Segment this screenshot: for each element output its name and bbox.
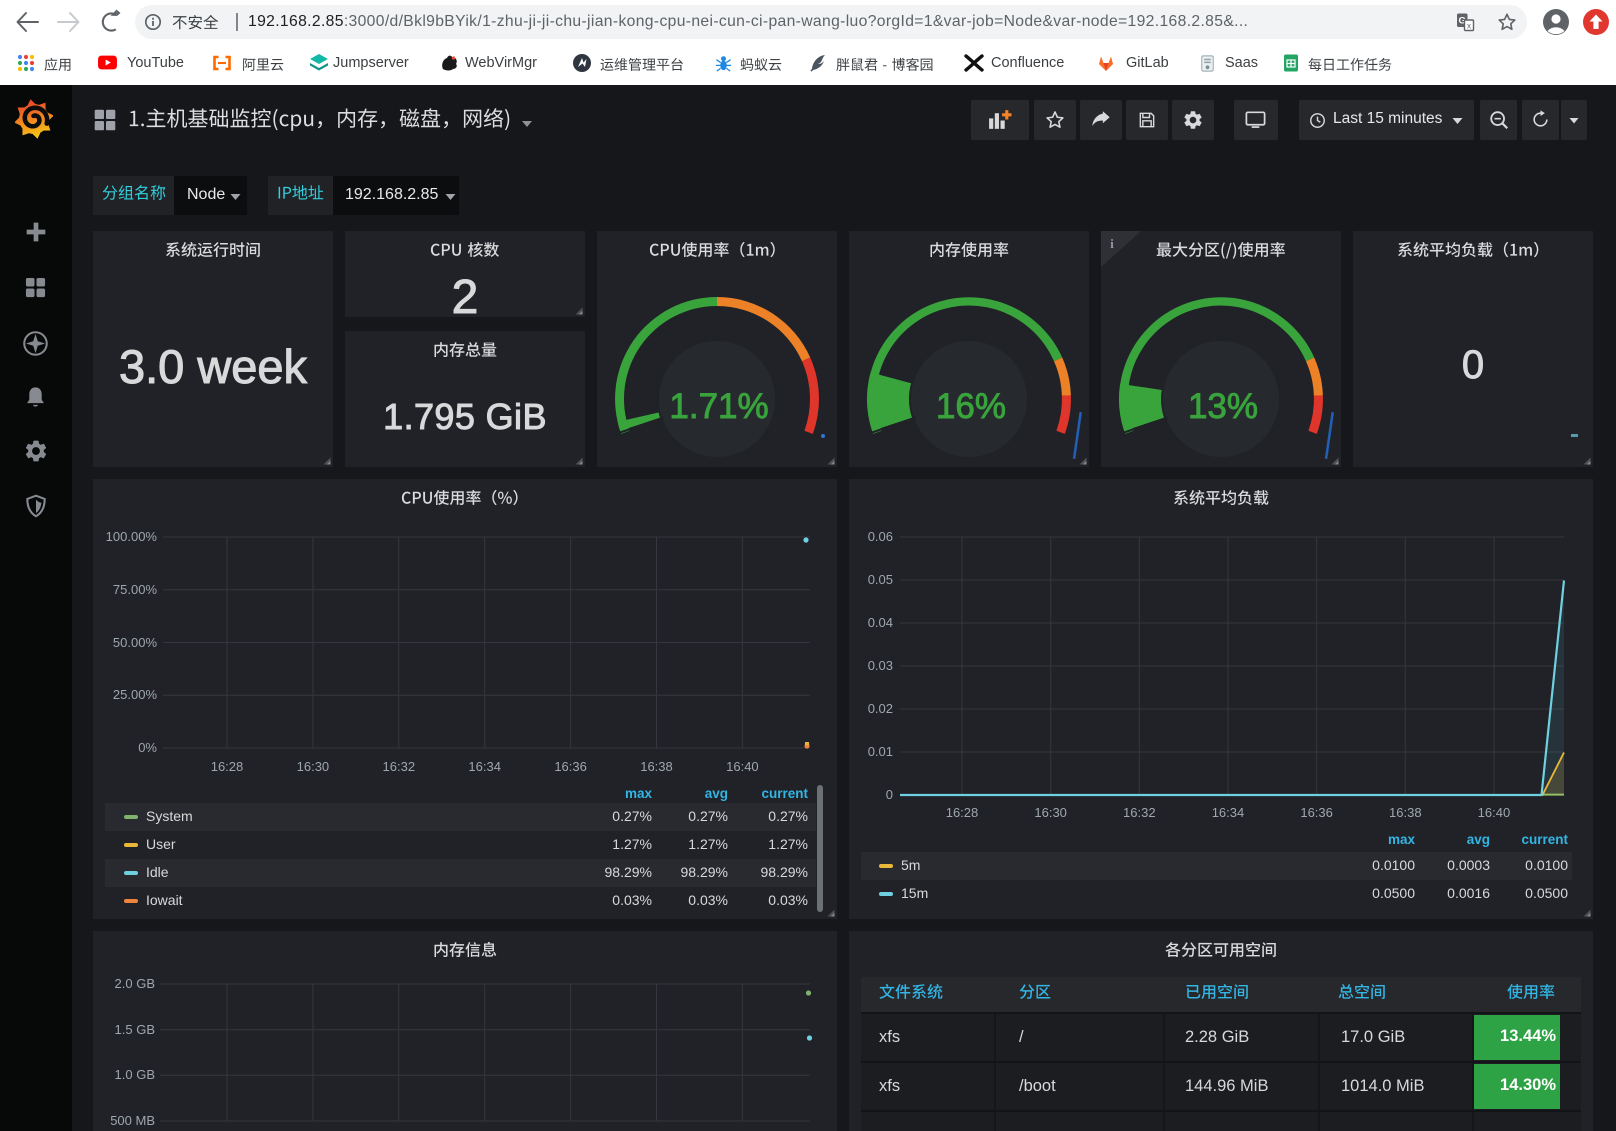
svg-text:i: i xyxy=(1110,237,1114,251)
svg-text:x: x xyxy=(1467,21,1471,30)
